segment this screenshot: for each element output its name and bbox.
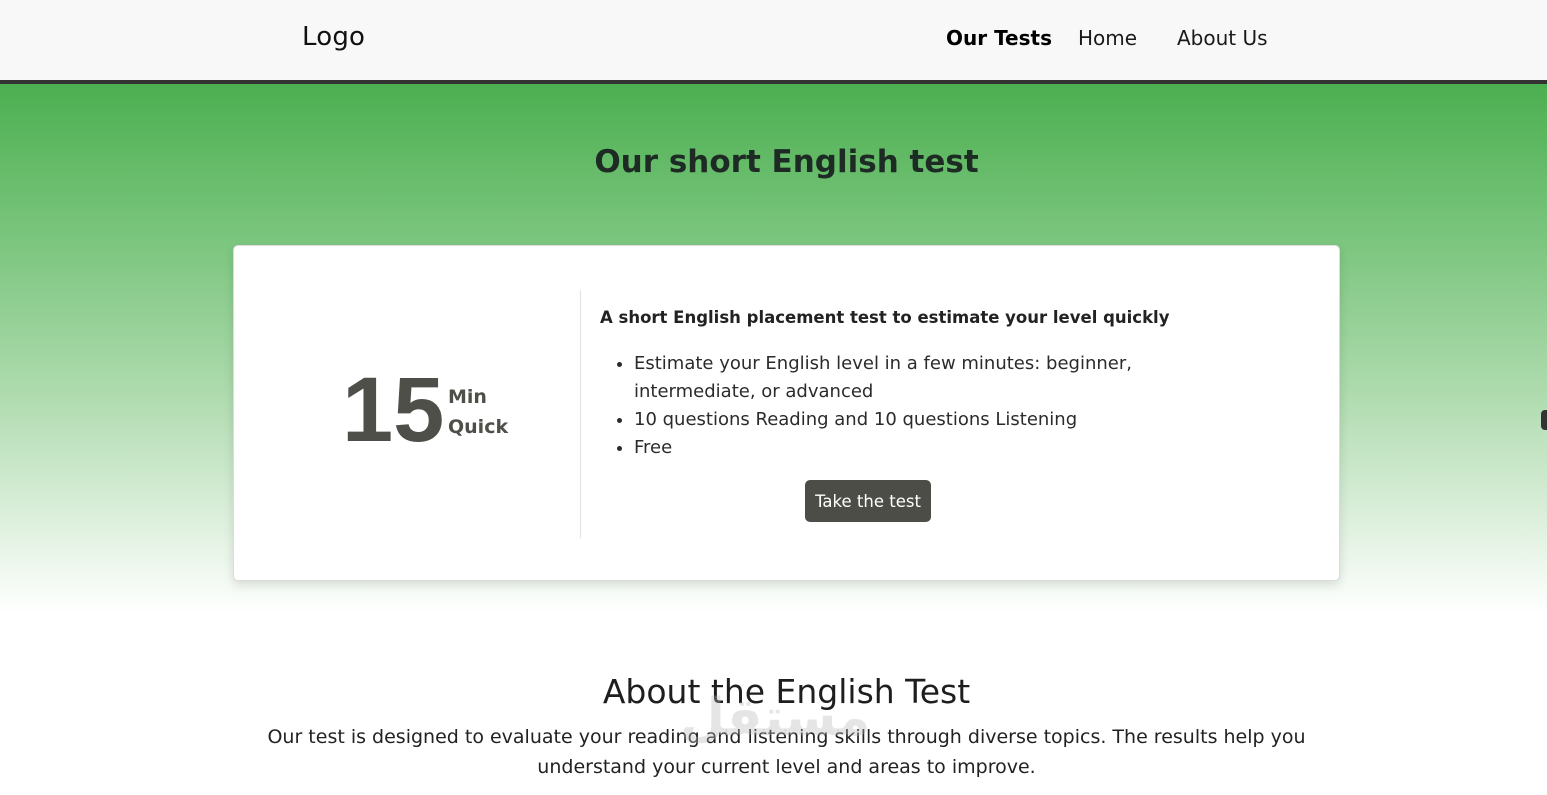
feature-item: 10 questions Reading and 10 questions Li… (634, 406, 1254, 434)
test-card: 15 Min Quick A short English placement t… (233, 245, 1340, 581)
about-title: About the English Test (602, 672, 971, 711)
feature-item: Estimate your English level in a few min… (634, 350, 1254, 406)
logo[interactable]: Logo (302, 22, 365, 52)
feature-item: Free (634, 434, 1254, 462)
duration-unit: Min (448, 386, 487, 408)
feature-list: Estimate your English level in a few min… (634, 350, 1254, 462)
nav-home[interactable]: Home (1078, 26, 1137, 50)
nav-about-us[interactable]: About Us (1177, 26, 1268, 50)
top-navbar: Logo Our Tests Home About Us (0, 0, 1547, 84)
hero-title: Our short English test (594, 144, 979, 180)
take-test-button[interactable]: Take the test (805, 480, 931, 522)
edge-widget-icon[interactable] (1541, 410, 1547, 430)
card-subtitle: A short English placement test to estima… (600, 308, 1170, 327)
duration-number: 15 (342, 359, 445, 461)
duration-label: Quick (448, 416, 509, 438)
nav-our-tests[interactable]: Our Tests (946, 26, 1052, 50)
about-text: Our test is designed to evaluate your re… (267, 726, 1306, 778)
card-divider (580, 290, 581, 538)
